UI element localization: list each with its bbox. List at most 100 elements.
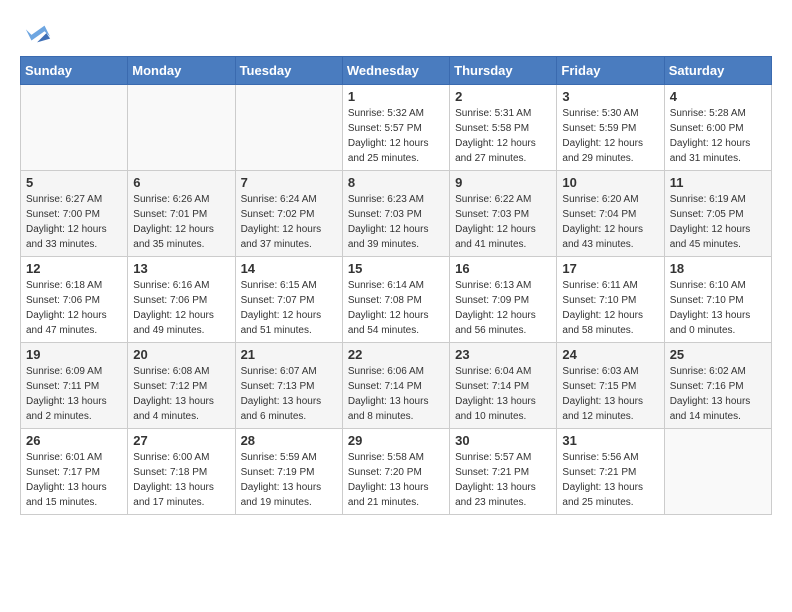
calendar-header-saturday: Saturday	[664, 57, 771, 85]
day-number: 18	[670, 261, 766, 276]
day-info: Sunrise: 6:24 AM Sunset: 7:02 PM Dayligh…	[241, 192, 337, 252]
calendar-cell: 4Sunrise: 5:28 AM Sunset: 6:00 PM Daylig…	[664, 85, 771, 171]
day-number: 20	[133, 347, 229, 362]
day-info: Sunrise: 6:09 AM Sunset: 7:11 PM Dayligh…	[26, 364, 122, 424]
day-number: 6	[133, 175, 229, 190]
calendar-cell: 24 Sunrise: 6:03 AM Sunset: 7:15 PM Dayli…	[557, 343, 664, 429]
calendar-cell: 8Sunrise: 6:23 AM Sunset: 7:03 PM Daylig…	[342, 171, 449, 257]
day-info: Sunrise: 6:03 AM Sunset: 7:15 PM Dayligh…	[562, 364, 658, 424]
calendar-cell: 17 Sunrise: 6:11 AM Sunset: 7:10 PM Dayli…	[557, 257, 664, 343]
page-header	[20, 20, 772, 48]
calendar-header-monday: Monday	[128, 57, 235, 85]
day-number: 23	[455, 347, 551, 362]
day-number: 29	[348, 433, 444, 448]
day-number: 12	[26, 261, 122, 276]
day-info: Sunrise: 5:58 AM Sunset: 7:20 PM Dayligh…	[348, 450, 444, 510]
day-number: 11	[670, 175, 766, 190]
calendar-cell: 19 Sunrise: 6:09 AM Sunset: 7:11 PM Dayli…	[21, 343, 128, 429]
day-info: Sunrise: 6:07 AM Sunset: 7:13 PM Dayligh…	[241, 364, 337, 424]
day-number: 13	[133, 261, 229, 276]
calendar-week-4: 26 Sunrise: 6:01 AM Sunset: 7:17 PM Dayli…	[21, 429, 772, 515]
day-info: Sunrise: 6:26 AM Sunset: 7:01 PM Dayligh…	[133, 192, 229, 252]
calendar-cell: 1Sunrise: 5:32 AM Sunset: 5:57 PM Daylig…	[342, 85, 449, 171]
calendar-cell	[664, 429, 771, 515]
day-number: 2	[455, 89, 551, 104]
calendar-header-thursday: Thursday	[450, 57, 557, 85]
day-number: 10	[562, 175, 658, 190]
day-number: 3	[562, 89, 658, 104]
day-info: Sunrise: 6:02 AM Sunset: 7:16 PM Dayligh…	[670, 364, 766, 424]
calendar-cell: 21Sunrise: 6:07 AM Sunset: 7:13 PM Dayli…	[235, 343, 342, 429]
day-number: 31	[562, 433, 658, 448]
day-number: 24	[562, 347, 658, 362]
day-number: 15	[348, 261, 444, 276]
day-number: 1	[348, 89, 444, 104]
calendar-cell: 18 Sunrise: 6:10 AM Sunset: 7:10 PM Dayli…	[664, 257, 771, 343]
calendar-header-friday: Friday	[557, 57, 664, 85]
day-info: Sunrise: 6:27 AM Sunset: 7:00 PM Dayligh…	[26, 192, 122, 252]
calendar-cell: 15 Sunrise: 6:14 AM Sunset: 7:08 PM Dayli…	[342, 257, 449, 343]
day-info: Sunrise: 6:22 AM Sunset: 7:03 PM Dayligh…	[455, 192, 551, 252]
calendar-cell: 16 Sunrise: 6:13 AM Sunset: 7:09 PM Dayli…	[450, 257, 557, 343]
day-info: Sunrise: 6:01 AM Sunset: 7:17 PM Dayligh…	[26, 450, 122, 510]
calendar-cell: 27 Sunrise: 6:00 AM Sunset: 7:18 PM Dayli…	[128, 429, 235, 515]
calendar-cell: 25 Sunrise: 6:02 AM Sunset: 7:16 PM Dayli…	[664, 343, 771, 429]
day-number: 22	[348, 347, 444, 362]
day-number: 17	[562, 261, 658, 276]
day-info: Sunrise: 6:11 AM Sunset: 7:10 PM Dayligh…	[562, 278, 658, 338]
day-info: Sunrise: 6:13 AM Sunset: 7:09 PM Dayligh…	[455, 278, 551, 338]
day-info: Sunrise: 5:28 AM Sunset: 6:00 PM Dayligh…	[670, 106, 766, 166]
day-number: 5	[26, 175, 122, 190]
calendar-week-2: 12 Sunrise: 6:18 AM Sunset: 7:06 PM Dayli…	[21, 257, 772, 343]
calendar-week-1: 5 Sunrise: 6:27 AM Sunset: 7:00 PM Daylig…	[21, 171, 772, 257]
calendar-cell: 30 Sunrise: 5:57 AM Sunset: 7:21 PM Dayli…	[450, 429, 557, 515]
day-info: Sunrise: 6:19 AM Sunset: 7:05 PM Dayligh…	[670, 192, 766, 252]
calendar-cell: 5 Sunrise: 6:27 AM Sunset: 7:00 PM Daylig…	[21, 171, 128, 257]
calendar-cell: 9 Sunrise: 6:22 AM Sunset: 7:03 PM Daylig…	[450, 171, 557, 257]
calendar-cell: 28Sunrise: 5:59 AM Sunset: 7:19 PM Dayli…	[235, 429, 342, 515]
calendar-cell: 7 Sunrise: 6:24 AM Sunset: 7:02 PM Daylig…	[235, 171, 342, 257]
day-info: Sunrise: 6:16 AM Sunset: 7:06 PM Dayligh…	[133, 278, 229, 338]
calendar-cell: 14 Sunrise: 6:15 AM Sunset: 7:07 PM Dayli…	[235, 257, 342, 343]
calendar-cell: 26 Sunrise: 6:01 AM Sunset: 7:17 PM Dayli…	[21, 429, 128, 515]
calendar-cell: 11 Sunrise: 6:19 AM Sunset: 7:05 PM Dayli…	[664, 171, 771, 257]
day-number: 30	[455, 433, 551, 448]
day-info: Sunrise: 6:04 AM Sunset: 7:14 PM Dayligh…	[455, 364, 551, 424]
day-info: Sunrise: 6:10 AM Sunset: 7:10 PM Dayligh…	[670, 278, 766, 338]
calendar-cell: 3 Sunrise: 5:30 AM Sunset: 5:59 PM Daylig…	[557, 85, 664, 171]
day-info: Sunrise: 5:59 AM Sunset: 7:19 PM Dayligh…	[241, 450, 337, 510]
day-number: 26	[26, 433, 122, 448]
calendar-cell: 2Sunrise: 5:31 AM Sunset: 5:58 PM Daylig…	[450, 85, 557, 171]
calendar-cell: 20 Sunrise: 6:08 AM Sunset: 7:12 PM Dayli…	[128, 343, 235, 429]
day-info: Sunrise: 6:06 AM Sunset: 7:14 PM Dayligh…	[348, 364, 444, 424]
day-info: Sunrise: 6:23 AM Sunset: 7:03 PM Dayligh…	[348, 192, 444, 252]
calendar-cell: 6 Sunrise: 6:26 AM Sunset: 7:01 PM Daylig…	[128, 171, 235, 257]
day-info: Sunrise: 6:20 AM Sunset: 7:04 PM Dayligh…	[562, 192, 658, 252]
logo	[20, 20, 52, 48]
calendar-header-tuesday: Tuesday	[235, 57, 342, 85]
calendar-cell: 23 Sunrise: 6:04 AM Sunset: 7:14 PM Dayli…	[450, 343, 557, 429]
day-number: 7	[241, 175, 337, 190]
day-number: 9	[455, 175, 551, 190]
day-info: Sunrise: 6:08 AM Sunset: 7:12 PM Dayligh…	[133, 364, 229, 424]
calendar-cell	[128, 85, 235, 171]
calendar-cell: 10 Sunrise: 6:20 AM Sunset: 7:04 PM Dayli…	[557, 171, 664, 257]
day-info: Sunrise: 5:30 AM Sunset: 5:59 PM Dayligh…	[562, 106, 658, 166]
day-number: 27	[133, 433, 229, 448]
calendar-week-3: 19 Sunrise: 6:09 AM Sunset: 7:11 PM Dayli…	[21, 343, 772, 429]
day-number: 19	[26, 347, 122, 362]
calendar-header-sunday: Sunday	[21, 57, 128, 85]
day-info: Sunrise: 5:57 AM Sunset: 7:21 PM Dayligh…	[455, 450, 551, 510]
calendar-header-wednesday: Wednesday	[342, 57, 449, 85]
day-info: Sunrise: 6:14 AM Sunset: 7:08 PM Dayligh…	[348, 278, 444, 338]
day-number: 16	[455, 261, 551, 276]
calendar-cell: 22 Sunrise: 6:06 AM Sunset: 7:14 PM Dayli…	[342, 343, 449, 429]
day-number: 25	[670, 347, 766, 362]
calendar: SundayMondayTuesdayWednesdayThursdayFrid…	[20, 56, 772, 515]
logo-icon	[24, 20, 52, 48]
day-info: Sunrise: 6:18 AM Sunset: 7:06 PM Dayligh…	[26, 278, 122, 338]
day-info: Sunrise: 6:15 AM Sunset: 7:07 PM Dayligh…	[241, 278, 337, 338]
day-number: 14	[241, 261, 337, 276]
day-info: Sunrise: 6:00 AM Sunset: 7:18 PM Dayligh…	[133, 450, 229, 510]
calendar-cell: 31Sunrise: 5:56 AM Sunset: 7:21 PM Dayli…	[557, 429, 664, 515]
